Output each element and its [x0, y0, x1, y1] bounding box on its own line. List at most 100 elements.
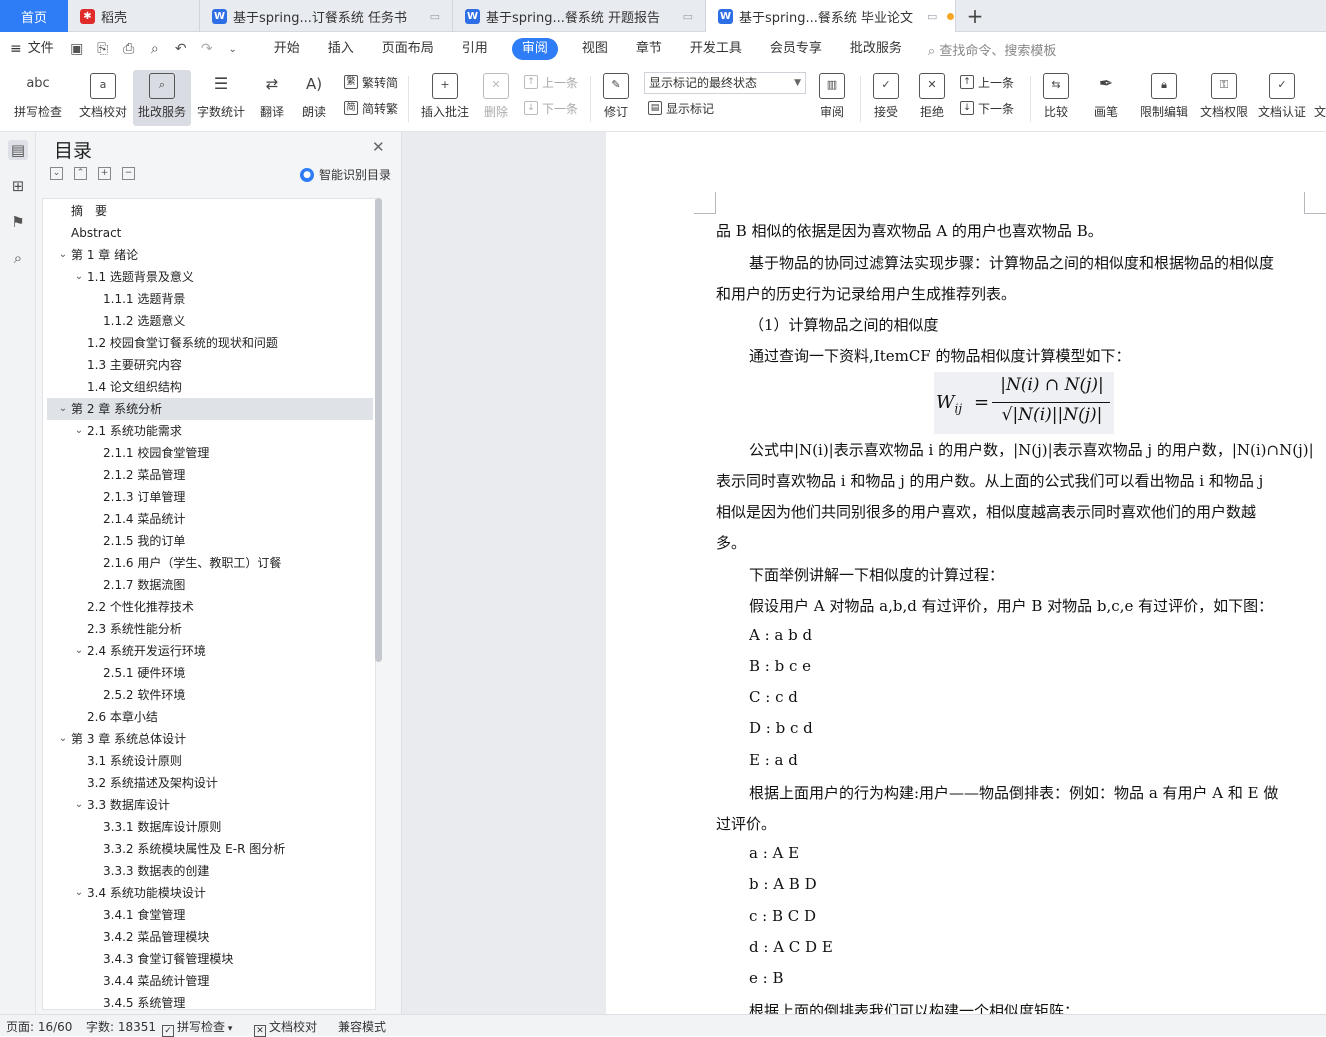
doc-permission-button[interactable]: ⚿ 文档权限 — [1196, 70, 1252, 126]
promote-level-icon[interactable]: + — [98, 167, 111, 180]
toc-item[interactable]: 1.1.2 选题意义 — [103, 310, 185, 332]
toc-panel-icon[interactable]: ▤ — [8, 140, 28, 160]
accept-button[interactable]: ✓ 接受 — [866, 70, 906, 126]
window-icon[interactable]: ▭ — [683, 10, 693, 23]
toc-item[interactable]: 3.3 数据库设计 — [87, 794, 170, 816]
toc-item[interactable]: 3.1 系统设计原则 — [87, 750, 182, 772]
toc-item[interactable]: 3.4.2 菜品管理模块 — [103, 926, 209, 948]
delete-comment-button[interactable]: ✕ 删除 — [476, 70, 516, 126]
tab-section[interactable]: 章节 — [622, 38, 676, 60]
demote-level-icon[interactable]: − — [122, 167, 135, 180]
tab-developer[interactable]: 开发工具 — [676, 38, 756, 60]
save-icon[interactable]: ▣ — [64, 41, 90, 57]
word-count-indicator[interactable]: 字数: 18351 — [86, 1018, 156, 1035]
tab-member[interactable]: 会员专享 — [756, 38, 836, 60]
show-markup-button[interactable]: ▤ 显示标记 — [648, 98, 714, 118]
tab-home-ribbon[interactable]: 开始 — [260, 38, 314, 60]
tab-docer[interactable]: ✱ 稻壳 — [68, 0, 200, 32]
chevron-down-icon[interactable]: ⌄ — [73, 271, 85, 282]
toc-item[interactable]: 3.2 系统描述及架构设计 — [87, 772, 218, 794]
doc-proofread-button[interactable]: a 文档校对 — [74, 70, 132, 126]
track-changes-button[interactable]: ✎ 修订 — [596, 70, 636, 126]
toc-item[interactable]: 第 3 章 系统总体设计 — [71, 728, 186, 750]
review-pane-button[interactable]: ▥ 审阅 — [812, 70, 852, 126]
tab-doc-task[interactable]: W 基于spring...订餐系统 任务书 ▭ — [200, 0, 453, 32]
toc-item[interactable]: 2.6 本章小结 — [87, 706, 158, 728]
translate-button[interactable]: ⇄ 翻译 — [252, 70, 292, 126]
pen-button[interactable]: ✒ 画笔 — [1088, 70, 1124, 126]
expand-all-icon[interactable]: ⌄ — [50, 167, 63, 180]
document-page[interactable]: 品 B 相似的依据是因为喜欢物品 A 的用户也喜欢物品 B。 基于物品的协同过滤算… — [606, 132, 1326, 1014]
prev-comment-button[interactable]: ↑ 上一条 — [524, 72, 578, 92]
toc-item[interactable]: 2.4 系统开发运行环境 — [87, 640, 206, 662]
toc-item[interactable]: 2.1.6 用户（学生、教职工）订餐 — [103, 552, 281, 574]
toc-item[interactable]: 3.4.3 食堂订餐管理模块 — [103, 948, 233, 970]
more-ribbon-button[interactable]: 文 — [1314, 70, 1326, 126]
toc-item[interactable]: 1.2 校园食堂订餐系统的现状和问题 — [87, 332, 278, 354]
tab-references[interactable]: 引用 — [448, 38, 502, 60]
toc-item[interactable]: 2.1.2 菜品管理 — [103, 464, 185, 486]
tab-review[interactable]: 审阅 — [511, 38, 558, 60]
next-comment-button[interactable]: ↓ 下一条 — [524, 98, 578, 118]
page-indicator[interactable]: 页面: 16/60 — [6, 1018, 72, 1035]
toc-item[interactable]: 3.3.3 数据表的创建 — [103, 860, 209, 882]
toc-item[interactable]: 第 1 章 绪论 — [71, 244, 138, 266]
toc-item[interactable]: 1.1 选题背景及意义 — [87, 266, 194, 288]
toc-item[interactable]: 1.4 论文组织结构 — [87, 376, 182, 398]
chevron-down-icon[interactable]: ⌄ — [73, 425, 85, 436]
toc-item[interactable]: 1.3 主要研究内容 — [87, 354, 182, 376]
toc-item[interactable]: 3.4 系统功能模块设计 — [87, 882, 206, 904]
tab-doc-proposal[interactable]: W 基于spring...餐系统 开题报告 ▭ — [453, 0, 706, 32]
toc-item[interactable]: 2.1.4 菜品统计 — [103, 508, 185, 530]
reject-button[interactable]: ✕ 拒绝 — [912, 70, 952, 126]
toc-item[interactable]: 1.1.1 选题背景 — [103, 288, 185, 310]
redo-icon[interactable]: ↷ — [194, 41, 220, 57]
print-preview-icon[interactable]: ⌕ — [142, 41, 168, 57]
chevron-down-icon[interactable]: ⌄ — [73, 799, 85, 810]
print-icon[interactable]: ⎙ — [116, 41, 142, 57]
toc-scrollbar[interactable] — [375, 198, 382, 662]
bookmark-icon[interactable]: ⚑ — [8, 212, 28, 232]
next-change-button[interactable]: ↓ 下一条 — [960, 98, 1014, 118]
tab-correction-service[interactable]: 批改服务 — [836, 38, 916, 60]
toc-item[interactable]: 2.5.1 硬件环境 — [103, 662, 185, 684]
toc-item[interactable]: 第 2 章 系统分析 — [71, 398, 162, 420]
window-icon[interactable]: ▭ — [927, 10, 937, 23]
file-menu-button[interactable]: ≡ 文件 — [0, 37, 64, 61]
prev-change-button[interactable]: ↑ 上一条 — [960, 72, 1014, 92]
search-icon[interactable]: ⌕ — [8, 248, 28, 268]
tab-insert[interactable]: 插入 — [314, 38, 368, 60]
insert-comment-button[interactable]: + 插入批注 — [418, 70, 472, 126]
spell-check-button[interactable]: abc 拼写检查 — [6, 70, 70, 126]
new-tab-button[interactable]: + — [964, 0, 986, 32]
chevron-down-icon[interactable]: ⌄ — [73, 887, 85, 898]
chevron-down-icon[interactable]: ⌄ — [73, 645, 85, 656]
export-pdf-icon[interactable]: ⎘ — [90, 41, 116, 57]
toc-item[interactable]: 摘 要 — [71, 200, 107, 222]
word-count-button[interactable]: ☰ 字数统计 — [193, 70, 249, 126]
display-for-review-select[interactable]: 显示标记的最终状态 ▼ — [644, 72, 806, 94]
chevron-down-icon[interactable]: ⌄ — [57, 403, 69, 414]
chapter-nav-icon[interactable]: ⊞ — [8, 176, 28, 196]
correction-service-button[interactable]: ⌕ 批改服务 — [133, 70, 191, 126]
doc-certify-button[interactable]: ✓ 文档认证 — [1254, 70, 1310, 126]
toc-item[interactable]: 3.4.5 系统管理 — [103, 992, 185, 1009]
toc-item[interactable]: 2.1.5 我的订单 — [103, 530, 185, 552]
status-proofread[interactable]: ✕ 文档校对 — [254, 1018, 317, 1037]
restrict-editing-button[interactable]: 🔒︎ 限制编辑 — [1136, 70, 1192, 126]
tab-doc-thesis[interactable]: W 基于spring...餐系统 毕业论文 ▭ — [706, 0, 956, 32]
toc-item[interactable]: 3.4.1 食堂管理 — [103, 904, 185, 926]
window-icon[interactable]: ▭ — [430, 10, 440, 23]
read-aloud-button[interactable]: A) 朗读 — [296, 70, 332, 126]
toc-item[interactable]: 2.1.3 订单管理 — [103, 486, 185, 508]
toc-item[interactable]: 3.3.2 系统模块属性及 E-R 图分析 — [103, 838, 285, 860]
chevron-down-icon[interactable]: ⌄ — [57, 249, 69, 260]
toc-item[interactable]: 2.5.2 软件环境 — [103, 684, 185, 706]
toc-item[interactable]: 2.1 系统功能需求 — [87, 420, 182, 442]
compare-button[interactable]: ⇆ 比较 — [1036, 70, 1076, 126]
undo-icon[interactable]: ↶ — [168, 41, 194, 57]
toc-item[interactable]: 2.2 个性化推荐技术 — [87, 596, 194, 618]
simp-to-trad-button[interactable]: 简简转繁 — [344, 98, 398, 118]
tab-page-layout[interactable]: 页面布局 — [368, 38, 448, 60]
collapse-all-icon[interactable]: ⌃ — [74, 167, 87, 180]
